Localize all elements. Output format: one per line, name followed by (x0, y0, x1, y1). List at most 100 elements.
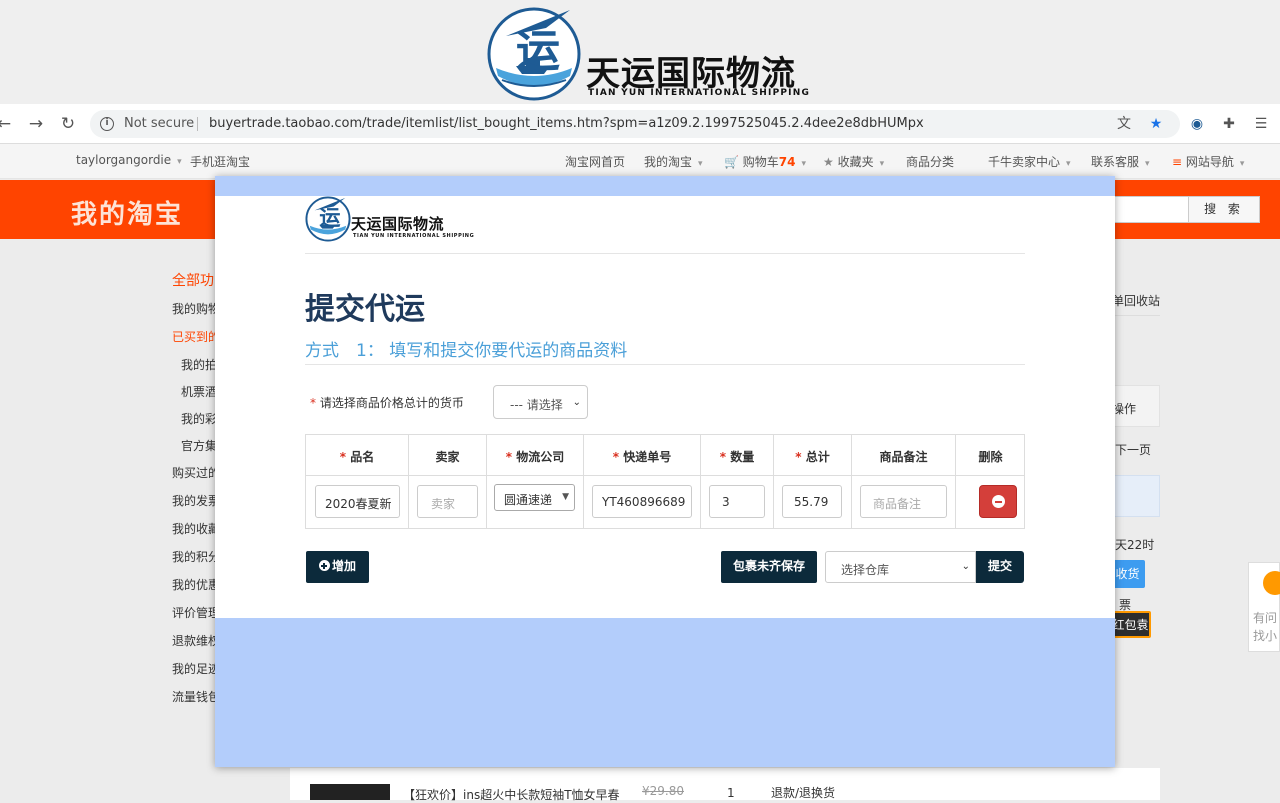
seller-center-menu[interactable]: 千牛卖家中心 ▾ (988, 153, 1071, 170)
help-text: 有问 (1253, 611, 1278, 625)
help-text: 找小 (1253, 629, 1278, 643)
required-mark: * (310, 396, 316, 410)
modal-title: 提交代运 (305, 292, 425, 327)
plus-circle-icon (318, 560, 330, 571)
categories-link[interactable]: 商品分类 (906, 153, 954, 170)
mobile-taobao-link[interactable]: 手机逛淘宝 (190, 153, 250, 170)
chevron-down-icon: ▾ (698, 159, 703, 169)
table-cell: 3 (701, 476, 774, 529)
column-label: 快递单号 (623, 450, 672, 464)
modal-logo: 运 天运国际物流 TIAN YUN INTERNATIONAL SHIPPING (305, 196, 474, 244)
favorites-menu[interactable]: ★ 收藏夹 ▾ (823, 153, 884, 170)
my-taobao-title[interactable]: 我的淘宝 (71, 194, 183, 231)
user-menu[interactable]: taylorgangordie ▾ (76, 153, 182, 167)
sidebar-item[interactable]: 我的购物 (172, 300, 220, 317)
address-bar[interactable]: i Not secure buyertrade.taobao.com/trade… (90, 110, 1180, 138)
tianyun-banner-logo: 运 天运国际物流 TIAN YUN INTERNATIONAL SHIPPING (486, 6, 809, 102)
recycle-bin-link[interactable]: 单回收站 (1112, 292, 1160, 309)
table-cell: 卖家 (409, 476, 487, 529)
seller-input[interactable]: 卖家 (417, 485, 478, 518)
required-mark: * (795, 450, 802, 464)
column-header: 删除 (956, 435, 1025, 476)
chevron-down-icon: ▾ (1145, 159, 1150, 169)
menu-icon: ≡ (1172, 155, 1183, 169)
column-label: 物流公司 (516, 450, 565, 464)
info-icon[interactable]: i (100, 117, 114, 131)
search-button[interactable]: 搜 索 (1188, 196, 1260, 223)
chevron-down-icon: ⌄ (961, 561, 970, 572)
total-input[interactable]: 55.79 (782, 485, 842, 518)
save-incomplete-button[interactable]: 包裹未齐保存 (721, 551, 817, 583)
refund-link[interactable]: 退款/退换货 (771, 784, 835, 801)
sidebar-item[interactable]: 购买过的 (172, 464, 220, 481)
required-mark: * (339, 450, 347, 464)
taobao-home-link[interactable]: 淘宝网首页 (565, 153, 625, 170)
submit-button[interactable]: 提交 (976, 551, 1024, 583)
product-quantity: 1 (727, 786, 735, 800)
sidebar-item[interactable]: 流量钱包 (172, 688, 220, 705)
star-icon[interactable]: ★ (1148, 116, 1164, 132)
cart-count: 74 (778, 155, 796, 169)
sidebar-item[interactable]: 退款维权 (172, 632, 220, 649)
search-input[interactable] (1110, 196, 1190, 223)
url-text[interactable]: buyertrade.taobao.com/trade/itemlist/lis… (209, 116, 924, 131)
required-mark: * (505, 450, 513, 464)
puzzle-icon[interactable]: ✚ (1220, 115, 1238, 133)
courier-select[interactable]: 圆通速递 ▼ (494, 484, 575, 511)
divider (305, 253, 1025, 254)
extension-icon[interactable]: ◉ (1188, 115, 1206, 133)
sidebar-item[interactable]: 我的优惠 (172, 576, 220, 593)
reload-icon[interactable]: ↻ (58, 114, 78, 134)
item-name-input[interactable]: 2020春夏新 (315, 485, 400, 518)
order-row: 【狂欢价】ins超火中长款短袖T恤女早春 ¥29.80 1 退款/退换货 (290, 768, 1160, 803)
next-page-link[interactable]: 下一页 (1115, 441, 1151, 458)
chevron-down-icon: ▾ (801, 159, 807, 169)
sidebar-item[interactable]: 机票酒 (181, 383, 217, 400)
product-price: ¥29.80 (642, 784, 684, 798)
tracking-number-input[interactable]: YT460896689 (592, 485, 692, 518)
forward-icon[interactable]: → (26, 114, 46, 134)
svg-text:运: 运 (319, 205, 341, 230)
column-header: * 总计 (774, 435, 852, 476)
remark-input[interactable]: 商品备注 (860, 485, 947, 518)
site-nav-menu[interactable]: ≡ 网站导航 ▾ (1172, 153, 1244, 170)
service-menu[interactable]: 联系客服 ▾ (1091, 153, 1150, 170)
product-thumbnail[interactable] (310, 784, 390, 800)
sidebar-item[interactable]: 全部功 (172, 270, 214, 290)
product-title[interactable]: 【狂欢价】ins超火中长款短袖T恤女早春 (403, 786, 620, 803)
add-row-button[interactable]: 增加 (306, 551, 369, 583)
warehouse-select[interactable]: 选择仓库 ⌄ (825, 551, 976, 583)
cart-link[interactable]: 🛒 购物车74 ▾ (724, 153, 806, 170)
chevron-down-icon: ▾ (1239, 159, 1245, 169)
sidebar-item[interactable]: 我的发票 (172, 492, 220, 509)
sidebar-item[interactable]: 我的拍 (181, 356, 217, 373)
currency-select[interactable]: --- 请选择 ⌄ (493, 385, 588, 419)
delete-row-button[interactable] (979, 485, 1017, 518)
security-label[interactable]: Not secure (124, 116, 194, 131)
reading-list-icon[interactable]: ☰ (1252, 115, 1270, 133)
sidebar-item[interactable]: 我的彩 (181, 410, 217, 427)
sidebar-item[interactable]: 我的积分 (172, 548, 220, 565)
sidebar-item[interactable]: 我的收藏 (172, 520, 220, 537)
sidebar-item[interactable]: 已买到的 (172, 328, 220, 345)
quantity-input[interactable]: 3 (709, 485, 765, 518)
back-icon[interactable]: ← (0, 114, 14, 134)
translate-icon[interactable]: 文 (1116, 116, 1132, 132)
sidebar-item[interactable]: 我的足迹 (172, 660, 220, 677)
column-label: 商品备注 (879, 450, 928, 464)
column-label: 品名 (350, 450, 375, 464)
help-widget[interactable]: 有问 找小 (1248, 562, 1280, 652)
red-packet-button[interactable]: 红包袁 (1110, 611, 1151, 638)
sidebar-item[interactable]: 评价管理 (172, 604, 220, 621)
column-header: * 数量 (701, 435, 774, 476)
confirm-receipt-button[interactable]: 收货 (1110, 560, 1145, 588)
column-label: 数量 (730, 450, 755, 464)
top-banner: 运 天运国际物流 TIAN YUN INTERNATIONAL SHIPPING (0, 0, 1280, 104)
divider (305, 364, 1025, 365)
sidebar-item[interactable]: 官方集 (181, 437, 217, 454)
minus-circle-icon (992, 495, 1005, 508)
my-taobao-menu[interactable]: 我的淘宝 ▾ (644, 153, 703, 170)
column-header: 商品备注 (852, 435, 956, 476)
column-header: * 快递单号 (584, 435, 701, 476)
modal-logo-name: 天运国际物流 (351, 215, 445, 233)
